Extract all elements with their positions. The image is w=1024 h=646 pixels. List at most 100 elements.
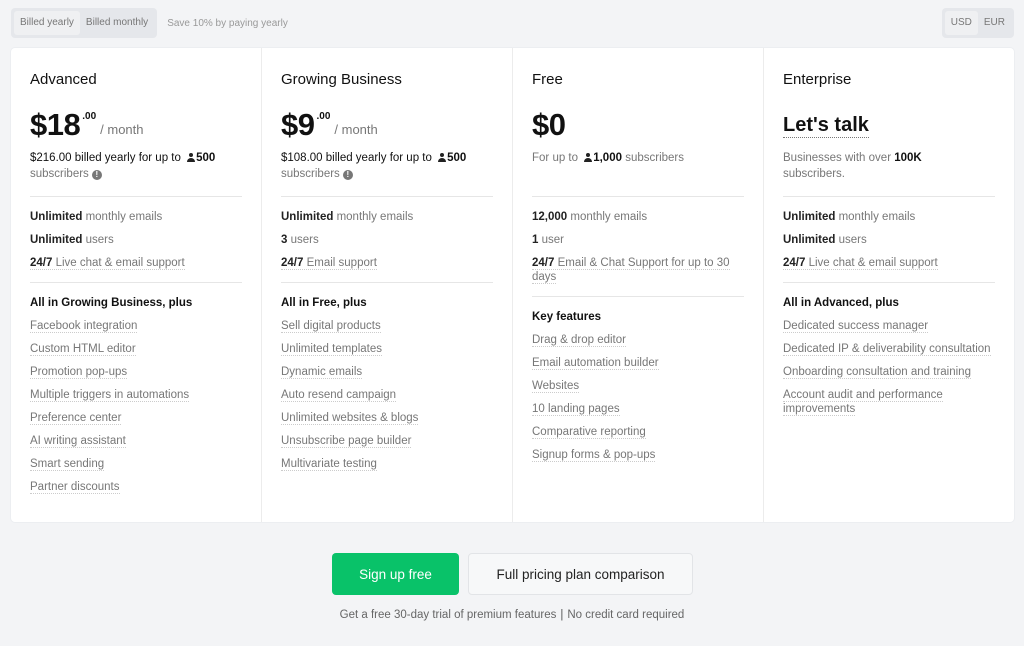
- full-comparison-button[interactable]: Full pricing plan comparison: [468, 553, 693, 595]
- sign-up-free-button[interactable]: Sign up free: [332, 553, 459, 595]
- price-period: / month: [334, 122, 378, 137]
- features-heading: All in Free, plus: [281, 297, 367, 309]
- basic-bold: Unlimited: [30, 211, 83, 223]
- usd-button[interactable]: USD: [944, 11, 978, 35]
- price-amount: $0: [532, 107, 566, 142]
- feature-item[interactable]: Dynamic emails: [281, 365, 493, 379]
- feature-label: Drag & drop editor: [532, 334, 626, 347]
- basic-feature[interactable]: 24/7 Email & Chat Support for up to 30 d…: [532, 256, 744, 284]
- subscribers-label: subscribers: [30, 168, 89, 180]
- subscribers-label: subscribers: [622, 152, 684, 164]
- feature-item[interactable]: Dedicated success manager: [783, 319, 995, 333]
- feature-list: Drag & drop editor Email automation build…: [532, 333, 744, 462]
- feature-item[interactable]: Drag & drop editor: [532, 333, 744, 347]
- feature-item[interactable]: Account audit and performance improvemen…: [783, 388, 995, 416]
- feature-item[interactable]: Promotion pop-ups: [30, 365, 242, 379]
- basic-feature: Unlimited monthly emails: [783, 210, 995, 224]
- feature-item[interactable]: Unlimited websites & blogs: [281, 411, 493, 425]
- feature-label: Unlimited templates: [281, 343, 382, 356]
- price: Let's talk: [783, 107, 995, 143]
- price-amount: $9: [281, 107, 315, 142]
- feature-item[interactable]: Sell digital products: [281, 319, 493, 333]
- basic-feature[interactable]: 24/7 Email support: [281, 256, 493, 270]
- feature-item[interactable]: Multivariate testing: [281, 457, 493, 471]
- feature-item[interactable]: Email automation builder: [532, 356, 744, 370]
- feature-item[interactable]: Dedicated IP & deliverability consultati…: [783, 342, 995, 356]
- feature-item[interactable]: Unsubscribe page builder: [281, 434, 493, 448]
- billing-info: $216.00 billed yearly for up to 500 subs…: [30, 150, 242, 184]
- basic-feature: Unlimited monthly emails: [30, 210, 242, 224]
- billing-toggle: Billed yearly Billed monthly: [11, 8, 158, 38]
- feature-label: Dynamic emails: [281, 366, 363, 379]
- feature-item[interactable]: Signup forms & pop-ups: [532, 448, 744, 462]
- feature-label: Partner discounts: [30, 481, 120, 494]
- eur-button[interactable]: EUR: [978, 11, 1011, 35]
- lets-talk-link[interactable]: Let's talk: [783, 113, 869, 138]
- feature-item[interactable]: Custom HTML editor: [30, 342, 242, 356]
- feature-item[interactable]: Websites: [532, 379, 744, 393]
- feature-label: Multivariate testing: [281, 458, 377, 471]
- person-icon: [437, 153, 446, 162]
- feature-label: Websites: [532, 380, 580, 393]
- info-icon[interactable]: !: [342, 170, 353, 180]
- basic-text: Email & Chat Support for up to 30 days: [532, 257, 730, 283]
- feature-item[interactable]: AI writing assistant: [30, 434, 242, 448]
- feature-label: Unlimited websites & blogs: [281, 412, 419, 425]
- features-heading: All in Growing Business, plus: [30, 297, 193, 309]
- divider: [30, 282, 242, 283]
- feature-item[interactable]: Facebook integration: [30, 319, 242, 333]
- feature-item[interactable]: Multiple triggers in automations: [30, 388, 242, 402]
- feature-label: Unsubscribe page builder: [281, 435, 412, 448]
- feature-item[interactable]: Comparative reporting: [532, 425, 744, 439]
- basic-text: monthly emails: [333, 211, 414, 223]
- basic-bold: 12,000: [532, 211, 568, 223]
- feature-label: Signup forms & pop-ups: [532, 449, 656, 462]
- basic-feature: Unlimited users: [30, 233, 242, 247]
- feature-item[interactable]: Unlimited templates: [281, 342, 493, 356]
- feature-label: Sell digital products: [281, 320, 381, 333]
- basic-bold: Unlimited: [783, 211, 836, 223]
- billed-monthly-button[interactable]: Billed monthly: [80, 11, 154, 35]
- feature-item[interactable]: Auto resend campaign: [281, 388, 493, 402]
- feature-label: 10 landing pages: [532, 403, 620, 416]
- basic-feature[interactable]: 24/7 Live chat & email support: [783, 256, 995, 270]
- basic-text: monthly emails: [835, 211, 916, 223]
- info-icon[interactable]: !: [91, 170, 102, 180]
- feature-item[interactable]: Onboarding consultation and training: [783, 365, 995, 379]
- trial-note-left: Get a free 30-day trial of premium featu…: [339, 609, 557, 621]
- feature-item[interactable]: Preference center: [30, 411, 242, 425]
- sub-prefix: For up to: [532, 152, 582, 164]
- plan-name: Advanced: [30, 71, 97, 88]
- feature-label: Custom HTML editor: [30, 343, 136, 356]
- price: $0: [532, 107, 744, 143]
- subscribers-label: subscribers: [281, 168, 340, 180]
- trial-note-right: No credit card required: [567, 609, 685, 621]
- billed-yearly-button[interactable]: Billed yearly: [14, 11, 80, 35]
- cta-group: Sign up free Full pricing plan compariso…: [332, 553, 693, 595]
- basic-text: monthly emails: [82, 211, 163, 223]
- sub-prefix: Businesses with over: [783, 152, 895, 164]
- feature-label: Onboarding consultation and training: [783, 366, 971, 379]
- plan-card-growing-business: Growing Business $9 .00 / month $108.00 …: [262, 48, 513, 522]
- feature-item[interactable]: Smart sending: [30, 457, 242, 471]
- subscribers-label: subscribers.: [783, 168, 845, 180]
- pricing-cards: Advanced $18 .00 / month $216.00 billed …: [11, 48, 1014, 522]
- feature-label: Preference center: [30, 412, 122, 425]
- subscriber-count: 500: [196, 152, 216, 164]
- basic-feature: 12,000 monthly emails: [532, 210, 744, 224]
- trial-note: Get a free 30-day trial of premium featu…: [0, 609, 1024, 621]
- basic-feature[interactable]: 24/7 Live chat & email support: [30, 256, 242, 270]
- features-heading: Key features: [532, 311, 602, 323]
- feature-item[interactable]: 10 landing pages: [532, 402, 744, 416]
- billing-amount: $108.00 billed yearly: [281, 152, 387, 164]
- basic-feature: 1 user: [532, 233, 744, 247]
- basic-feature: 3 users: [281, 233, 493, 247]
- divider: [783, 282, 995, 283]
- billing-mid: for up to: [135, 152, 185, 164]
- price: $18 .00 / month: [30, 107, 242, 143]
- feature-item[interactable]: Partner discounts: [30, 480, 242, 494]
- subscriber-count: 500: [447, 152, 467, 164]
- price-period: / month: [100, 122, 144, 137]
- price-cents: .00: [82, 111, 97, 122]
- billing-mid: for up to: [386, 152, 436, 164]
